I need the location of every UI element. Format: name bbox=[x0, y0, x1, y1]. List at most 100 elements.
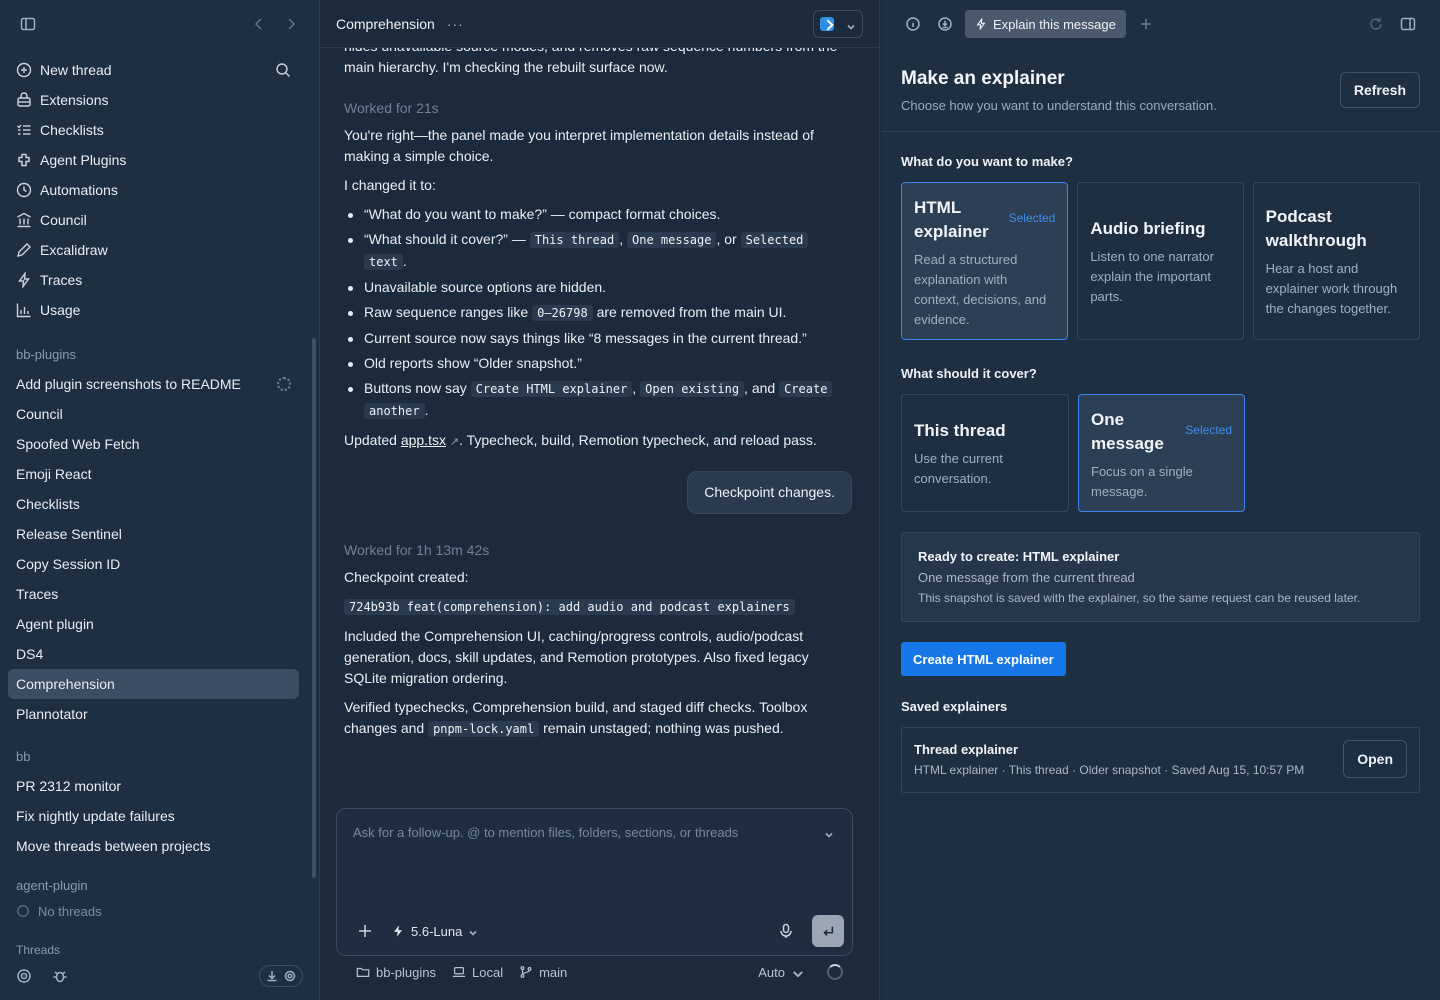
send-button[interactable] bbox=[812, 915, 844, 947]
text: Updated bbox=[344, 432, 401, 448]
card-title: Podcast walkthrough bbox=[1265, 207, 1367, 250]
list-item-text: Current source now says things like “8 m… bbox=[364, 330, 807, 346]
open-button[interactable]: Open bbox=[1343, 740, 1407, 778]
list-item: “What do you want to make?” — compact fo… bbox=[344, 204, 852, 225]
nav-extensions[interactable]: Extensions bbox=[8, 85, 299, 115]
panel-toolbar: Explain this message bbox=[901, 10, 1420, 38]
threads-section-label: Threads bbox=[16, 943, 61, 957]
settings-gear-icon[interactable] bbox=[12, 964, 36, 988]
create-html-explainer-button[interactable]: Create HTML explainer bbox=[901, 642, 1066, 676]
pen-icon bbox=[16, 242, 32, 258]
bug-icon[interactable] bbox=[48, 964, 72, 988]
thread-item[interactable]: Move threads between projects bbox=[8, 831, 299, 861]
forward-arrow-icon[interactable] bbox=[279, 12, 303, 36]
thread-item[interactable]: Spoofed Web Fetch bbox=[8, 429, 299, 459]
format-card-html[interactable]: HTML explainer Selected Read a structure… bbox=[901, 182, 1069, 340]
back-arrow-icon[interactable] bbox=[247, 12, 271, 36]
scope-card-one-message[interactable]: One message Selected Focus on a single m… bbox=[1078, 394, 1245, 512]
saved-title: Thread explainer bbox=[914, 742, 1019, 757]
nav-excalidraw[interactable]: Excalidraw bbox=[8, 235, 299, 265]
explainer-panel: Explain this message Make an explainer C… bbox=[881, 0, 1440, 1000]
new-tab-plus-icon[interactable] bbox=[1134, 12, 1158, 36]
thread-title: Comprehension bbox=[336, 15, 435, 32]
export-icon[interactable] bbox=[933, 12, 957, 36]
worked-duration[interactable]: Worked for 1h 13m 42s bbox=[344, 540, 852, 561]
format-card-audio[interactable]: Audio briefing Listen to one narrator ex… bbox=[1077, 182, 1244, 340]
user-message: Checkpoint changes. bbox=[344, 471, 852, 514]
selected-badge: Selected bbox=[1185, 423, 1232, 437]
model-selector[interactable]: 5.6-Luna bbox=[391, 924, 478, 939]
info-icon[interactable] bbox=[901, 12, 925, 36]
update-pill[interactable] bbox=[259, 965, 303, 987]
nav-automations[interactable]: Automations bbox=[8, 175, 299, 205]
inline-code: Create bbox=[779, 381, 833, 397]
nav-usage[interactable]: Usage bbox=[8, 295, 299, 325]
thread-item[interactable]: Plannotator bbox=[8, 699, 299, 729]
open-in-editor-select[interactable] bbox=[813, 9, 863, 38]
project-selector[interactable]: bb-plugins bbox=[356, 965, 436, 980]
search-icon[interactable] bbox=[275, 62, 291, 78]
thread-item[interactable]: Copy Session ID bbox=[8, 549, 299, 579]
microphone-icon[interactable] bbox=[774, 919, 798, 943]
thread-item[interactable]: DS4 bbox=[8, 639, 299, 669]
assistant-text: 724b93b feat(comprehension): add audio a… bbox=[344, 596, 852, 618]
inline-code: 0–26798 bbox=[532, 305, 593, 321]
thread-title: PR 2312 monitor bbox=[16, 778, 122, 794]
chat-header: Comprehension ··· bbox=[320, 0, 879, 48]
nav-new-thread[interactable]: New thread bbox=[8, 55, 299, 85]
more-options-icon[interactable]: ··· bbox=[447, 16, 464, 32]
composer[interactable]: Ask for a follow-up. @ to mention files,… bbox=[336, 808, 853, 956]
nav-checklists[interactable]: Checklists bbox=[8, 115, 299, 145]
scope-card-this-thread[interactable]: This thread Use the current conversation… bbox=[901, 394, 1069, 512]
card-title: Audio briefing bbox=[1090, 219, 1206, 238]
project-label: agent-plugin bbox=[16, 877, 88, 893]
ready-title: Ready to create: HTML explainer bbox=[918, 549, 1120, 564]
vscode-icon bbox=[820, 16, 834, 31]
chevron-down-icon bbox=[791, 967, 803, 978]
list-item: Current source now says things like “8 m… bbox=[344, 328, 852, 349]
thread-title: Plannotator bbox=[16, 706, 88, 722]
thread-item[interactable]: Emoji React bbox=[8, 459, 299, 489]
tab-explain-this-message[interactable]: Explain this message bbox=[965, 10, 1126, 38]
sidebar-toggle-icon[interactable] bbox=[16, 12, 40, 36]
thread-item[interactable]: Add plugin screenshots to README bbox=[8, 369, 299, 399]
nav-traces[interactable]: Traces bbox=[8, 265, 299, 295]
list-item: “What should it cover?” — This thread, O… bbox=[344, 229, 852, 273]
inline-code: One message bbox=[627, 232, 717, 248]
saved-heading: Saved explainers bbox=[901, 699, 1008, 714]
thread-item[interactable]: Fix nightly update failures bbox=[8, 801, 299, 831]
composer-input[interactable]: Ask for a follow-up. @ to mention files,… bbox=[353, 825, 738, 840]
inline-code: another bbox=[364, 403, 425, 419]
branch-selector[interactable]: main bbox=[519, 965, 567, 980]
thread-title: Council bbox=[16, 406, 63, 422]
file-link[interactable]: app.tsx bbox=[401, 432, 446, 448]
thread-item[interactable]: Agent plugin bbox=[8, 609, 299, 639]
sidebar-scrollbar[interactable] bbox=[312, 338, 316, 878]
thread-item[interactable]: Checklists bbox=[8, 489, 299, 519]
add-attachment-icon[interactable] bbox=[353, 919, 377, 943]
thread-item[interactable]: PR 2312 monitor bbox=[8, 771, 299, 801]
thread-item[interactable]: Traces bbox=[8, 579, 299, 609]
chevron-down-icon[interactable] bbox=[824, 827, 834, 838]
thread-title: Checklists bbox=[16, 496, 80, 512]
environment-selector[interactable]: Local bbox=[452, 965, 503, 980]
context-usage-ring-icon[interactable] bbox=[827, 964, 843, 980]
format-card-podcast[interactable]: Podcast walkthrough Hear a host and expl… bbox=[1252, 182, 1420, 340]
list-item-text: Old reports show “Older snapshot.” bbox=[364, 355, 582, 371]
refresh-button[interactable]: Refresh bbox=[1339, 72, 1420, 108]
thread-item-active[interactable]: Comprehension bbox=[8, 669, 299, 699]
thread-item[interactable]: Release Sentinel bbox=[8, 519, 299, 549]
panel-toggle-icon[interactable] bbox=[1396, 12, 1420, 36]
text: . Typecheck, build, Remotion typecheck, … bbox=[459, 432, 817, 448]
list-item: Raw sequence ranges like 0–26798 are rem… bbox=[344, 302, 852, 324]
nav-agent-plugins[interactable]: Agent Plugins bbox=[8, 145, 299, 175]
nav-council[interactable]: Council bbox=[8, 205, 299, 235]
reload-icon[interactable] bbox=[1364, 12, 1388, 36]
folder-icon bbox=[356, 965, 370, 979]
scope-options: This thread Use the current conversation… bbox=[901, 394, 1420, 512]
thread-item[interactable]: Council bbox=[8, 399, 299, 429]
mode-selector[interactable]: Auto bbox=[758, 965, 803, 980]
thread-title: DS4 bbox=[16, 646, 44, 662]
worked-duration[interactable]: Worked for 21s bbox=[344, 98, 852, 119]
loading-spinner-icon bbox=[277, 377, 291, 391]
